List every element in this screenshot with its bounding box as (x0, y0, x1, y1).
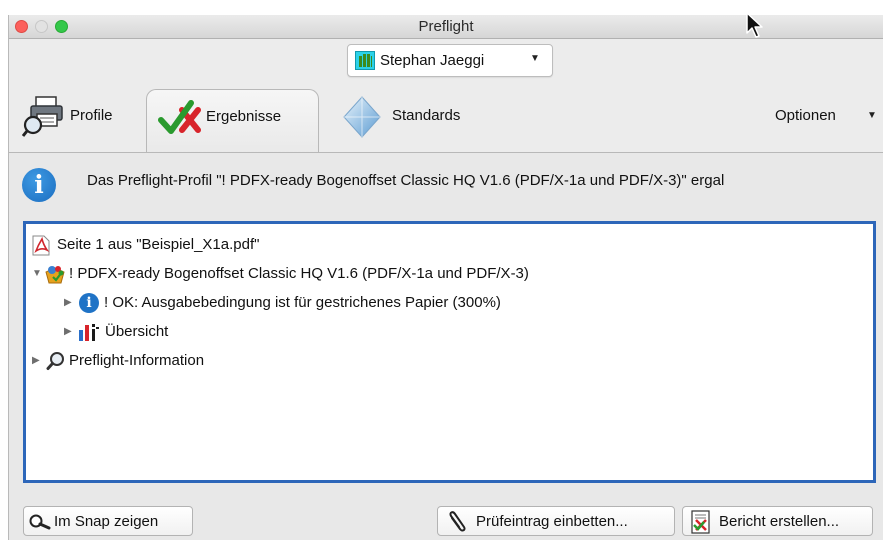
paperclip-icon (449, 511, 466, 532)
check-cross-icon (158, 100, 201, 134)
tab-ergebnisse-label: Ergebnisse (206, 108, 282, 125)
show-in-snap-label: Im Snap zeigen (54, 513, 159, 530)
pdf-file-icon (32, 235, 50, 256)
tab-profile[interactable]: Profile (22, 89, 142, 151)
printer-magnifier-icon (22, 96, 63, 137)
disclosure-expanded-icon[interactable]: ▼ (32, 268, 42, 279)
dropdown-arrow-icon: ▼ (530, 53, 540, 64)
disclosure-collapsed-icon[interactable]: ▶ (64, 297, 72, 308)
profile-selector-label: Stephan Jaeggi (380, 52, 485, 69)
tree-item-overview-label: Übersicht (105, 323, 169, 340)
tab-standards-label: Standards (392, 107, 461, 124)
results-tree[interactable]: Seite 1 aus "Beispiel_X1a.pdf" ▼ ! PDFX-… (23, 221, 876, 483)
magnifier-icon (46, 352, 64, 370)
diamond-icon (343, 96, 381, 138)
create-report-button[interactable]: Bericht erstellen... (682, 506, 873, 536)
tree-item-ok-label: ! OK: Ausgabebedingung ist für gestriche… (104, 294, 501, 311)
options-menu[interactable]: Optionen (775, 107, 836, 124)
tab-standards[interactable]: Standards (334, 89, 494, 151)
info-icon: i (22, 168, 56, 202)
snap-magnifier-icon (29, 514, 51, 530)
info-small-icon: i (79, 293, 99, 313)
info-message: Das Preflight-Profil "! PDFX-ready Bogen… (87, 172, 725, 189)
mouse-pointer-icon (746, 12, 763, 38)
embed-check-entry-button[interactable]: Prüfeintrag einbetten... (437, 506, 675, 536)
tree-item-page-label: Seite 1 aus "Beispiel_X1a.pdf" (57, 236, 260, 253)
report-icon (691, 510, 710, 534)
disclosure-collapsed-icon[interactable]: ▶ (64, 326, 72, 337)
tree-item-preflight-info-label: Preflight-Information (69, 352, 205, 369)
tree-item-profile-label: ! PDFX-ready Bogenoffset Classic HQ V1.6… (69, 265, 529, 282)
profile-bars-icon (355, 51, 375, 70)
preflight-profile-icon (45, 266, 65, 284)
results-panel: i Das Preflight-Profil "! PDFX-ready Bog… (9, 152, 883, 540)
tab-profile-label: Profile (70, 107, 113, 124)
embed-check-entry-label: Prüfeintrag einbetten... (476, 513, 628, 530)
create-report-label: Bericht erstellen... (719, 513, 840, 530)
preflight-window: Preflight Stephan Jaeggi ▼ Profile Ergeb… (8, 15, 883, 540)
tab-ergebnisse[interactable]: Ergebnisse (146, 89, 319, 153)
options-dropdown-arrow-icon[interactable]: ▼ (867, 110, 877, 121)
disclosure-collapsed-icon[interactable]: ▶ (32, 355, 40, 366)
show-in-snap-button[interactable]: Im Snap zeigen (23, 506, 193, 536)
overview-chart-icon (79, 324, 99, 341)
profile-selector[interactable]: Stephan Jaeggi ▼ (347, 44, 553, 77)
